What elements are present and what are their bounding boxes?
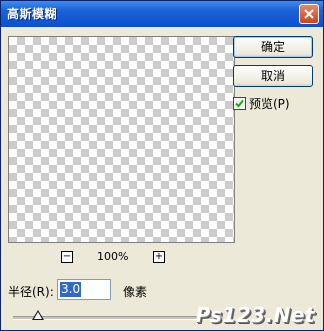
radius-value: 3.0 [60,282,82,297]
zoom-out-button[interactable]: − [61,251,73,263]
close-button[interactable] [299,4,319,24]
checkmark-icon [235,99,244,108]
unit-label: 像素 [123,285,148,299]
radius-slider-track[interactable] [13,316,223,320]
title-bar[interactable]: 高斯模糊 [1,1,323,27]
radius-label: 半径(R): [8,285,54,299]
zoom-level: 100% [97,250,129,263]
zoom-in-button[interactable]: + [153,251,165,263]
watermark: Ps123.Net [195,303,315,327]
preview-area[interactable] [8,36,235,243]
preview-checkbox[interactable] [233,97,246,110]
ok-button[interactable]: 确定 [233,36,313,58]
radius-slider-thumb[interactable] [32,310,45,320]
dialog-title: 高斯模糊 [7,7,58,21]
gaussian-blur-dialog: 高斯模糊 − 100% + 确定 取消 预览(P) 半径(R): 3.0 像素 … [0,0,324,331]
preview-label: 预览(P) [249,97,290,111]
close-icon [304,9,314,19]
cancel-button[interactable]: 取消 [233,65,313,87]
radius-input[interactable]: 3.0 [57,279,111,300]
